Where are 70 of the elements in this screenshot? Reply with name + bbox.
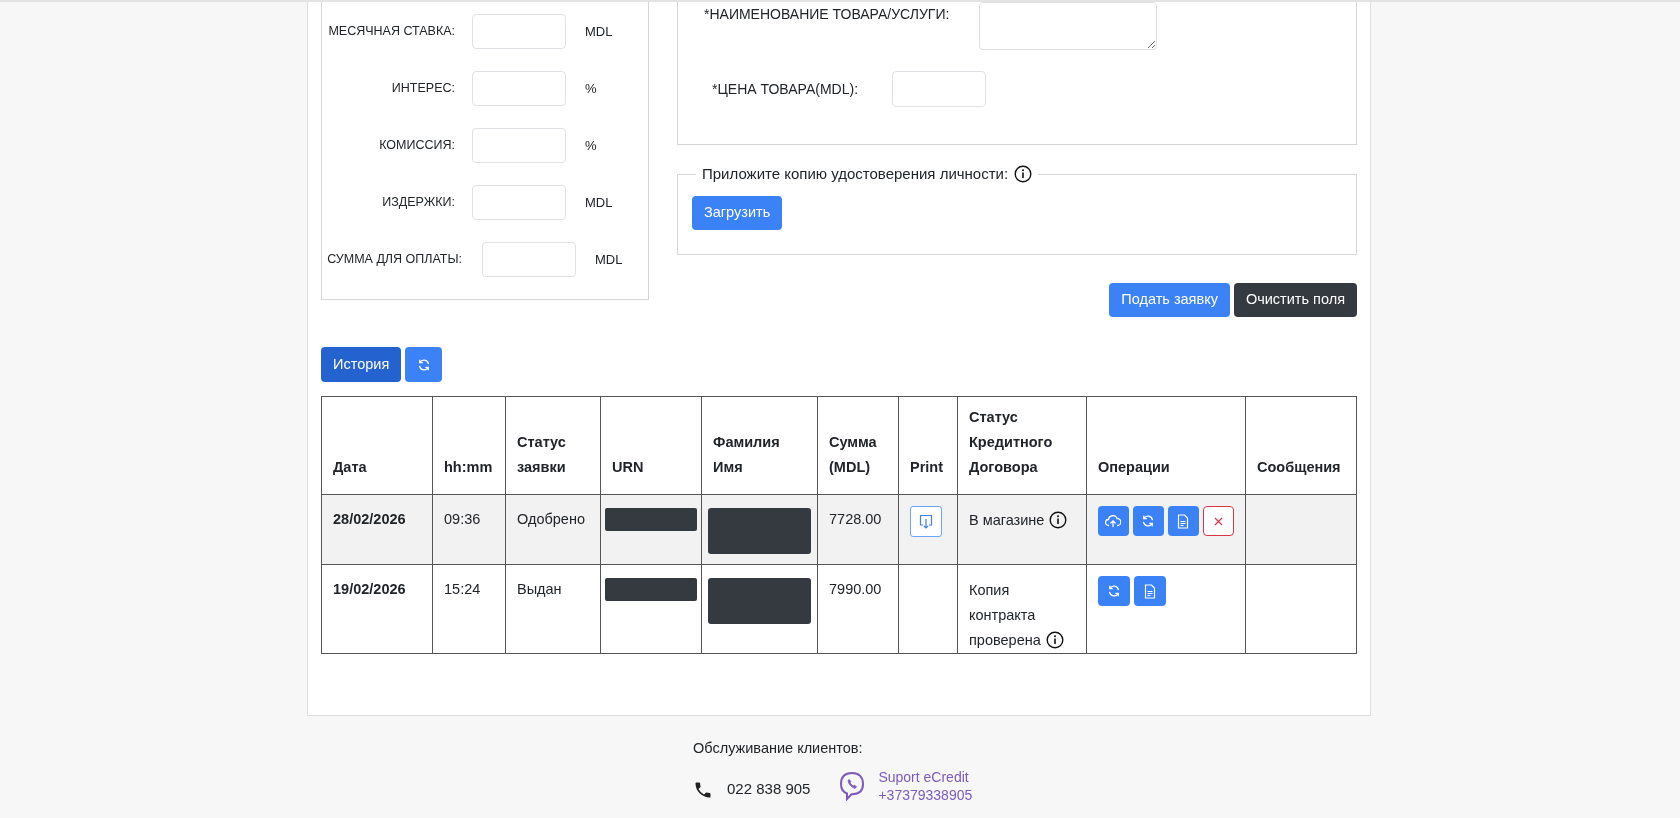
field-label: МЕСЯЧНАЯ СТАВКА: bbox=[327, 23, 456, 41]
download-icon bbox=[919, 513, 933, 530]
input-field[interactable] bbox=[482, 242, 576, 277]
input-field[interactable] bbox=[472, 14, 566, 49]
refresh-button[interactable] bbox=[1098, 576, 1130, 606]
table-cell: 7990.00 bbox=[817, 564, 899, 654]
table-cell: 19/02/2026 bbox=[321, 564, 433, 654]
refresh-button[interactable] bbox=[405, 347, 443, 382]
document-button[interactable] bbox=[1167, 506, 1199, 536]
column-header: Print bbox=[898, 396, 958, 495]
upload-button[interactable]: Загрузить bbox=[692, 195, 783, 230]
price-field[interactable] bbox=[892, 71, 986, 107]
field-label: *ЦЕНА ТОВАРА(MDL): bbox=[711, 79, 859, 99]
unit-label: % bbox=[585, 79, 597, 98]
refresh-icon bbox=[1107, 584, 1121, 598]
submit-button[interactable]: Подать заявку bbox=[1109, 283, 1230, 317]
unit-label: MDL bbox=[585, 22, 613, 41]
close-icon bbox=[1213, 516, 1223, 526]
input-field[interactable] bbox=[472, 71, 566, 106]
document-button[interactable] bbox=[1134, 576, 1166, 606]
table-cell: Одобрено bbox=[505, 494, 601, 565]
table-cell: Выдан bbox=[505, 564, 601, 654]
refresh-icon bbox=[416, 357, 431, 372]
column-header: Фамилия Имя bbox=[701, 396, 818, 495]
column-header: Статус заявки bbox=[505, 396, 601, 495]
info-icon[interactable] bbox=[1045, 631, 1064, 650]
column-header: Сообщения bbox=[1245, 396, 1357, 495]
input-field[interactable] bbox=[472, 128, 566, 163]
info-icon[interactable] bbox=[1014, 165, 1033, 184]
table-cell: 09:36 bbox=[432, 494, 506, 565]
viber-contact-name[interactable]: Suport eCredit bbox=[878, 767, 973, 786]
footer-title: Обслуживание клиентов: bbox=[693, 739, 864, 758]
column-header: Сумма (MDL) bbox=[817, 396, 899, 495]
history-button[interactable]: История bbox=[321, 347, 402, 382]
phone-number: 022 838 905 bbox=[727, 778, 811, 799]
info-icon[interactable] bbox=[1049, 511, 1068, 530]
viber-icon[interactable] bbox=[838, 770, 867, 801]
document-icon bbox=[1144, 583, 1156, 599]
cloud-upload-icon bbox=[1105, 514, 1122, 528]
refresh-icon bbox=[1141, 514, 1156, 528]
table-row[interactable]: 19/02/2026 15:24 Выдан 7990.00 Копия контракта проверена bbox=[321, 564, 1357, 654]
table-cell: 15:24 bbox=[432, 564, 506, 654]
unit-label: % bbox=[585, 136, 597, 155]
field-label: КОМИССИЯ: bbox=[378, 137, 456, 155]
table-cell: 28/02/2026 bbox=[321, 494, 433, 565]
product-name-field[interactable] bbox=[979, 2, 1157, 50]
clear-button[interactable]: Очистить поля bbox=[1233, 283, 1357, 317]
print-button[interactable] bbox=[910, 506, 942, 537]
contract-status: В магазине bbox=[969, 512, 1045, 528]
column-header: hh:mm bbox=[432, 396, 506, 495]
upload-button[interactable] bbox=[1098, 506, 1129, 536]
column-header: Статус Кредитного Договора bbox=[957, 396, 1087, 495]
column-header: Дата bbox=[321, 396, 433, 495]
document-icon bbox=[1177, 513, 1190, 529]
field-label: *НАИМЕНОВАНИЕ ТОВАРА/УСЛУГИ: bbox=[704, 5, 951, 24]
unit-label: MDL bbox=[585, 193, 613, 212]
refresh-button[interactable] bbox=[1133, 506, 1164, 536]
cancel-button[interactable] bbox=[1202, 506, 1234, 536]
unit-label: MDL bbox=[595, 250, 623, 269]
column-header: URN bbox=[600, 396, 702, 495]
field-label: ИЗДЕРЖКИ: bbox=[381, 194, 456, 212]
viber-number[interactable]: +37379338905 bbox=[878, 785, 973, 804]
contract-status: Копия контракта проверена bbox=[969, 582, 1041, 648]
field-label: СУММА ДЛЯ ОПЛАТЫ: bbox=[326, 251, 463, 269]
table-row[interactable]: 28/02/2026 09:36 Одобрено 7728.00 В магазине bbox=[321, 494, 1357, 565]
input-field[interactable] bbox=[472, 185, 566, 220]
field-label: ИНТЕРЕС: bbox=[390, 80, 456, 98]
column-header: Операции bbox=[1086, 396, 1246, 495]
table-cell: 7728.00 bbox=[817, 494, 899, 565]
fieldset-legend: Приложите копию удостоверения личности: bbox=[702, 163, 1009, 186]
